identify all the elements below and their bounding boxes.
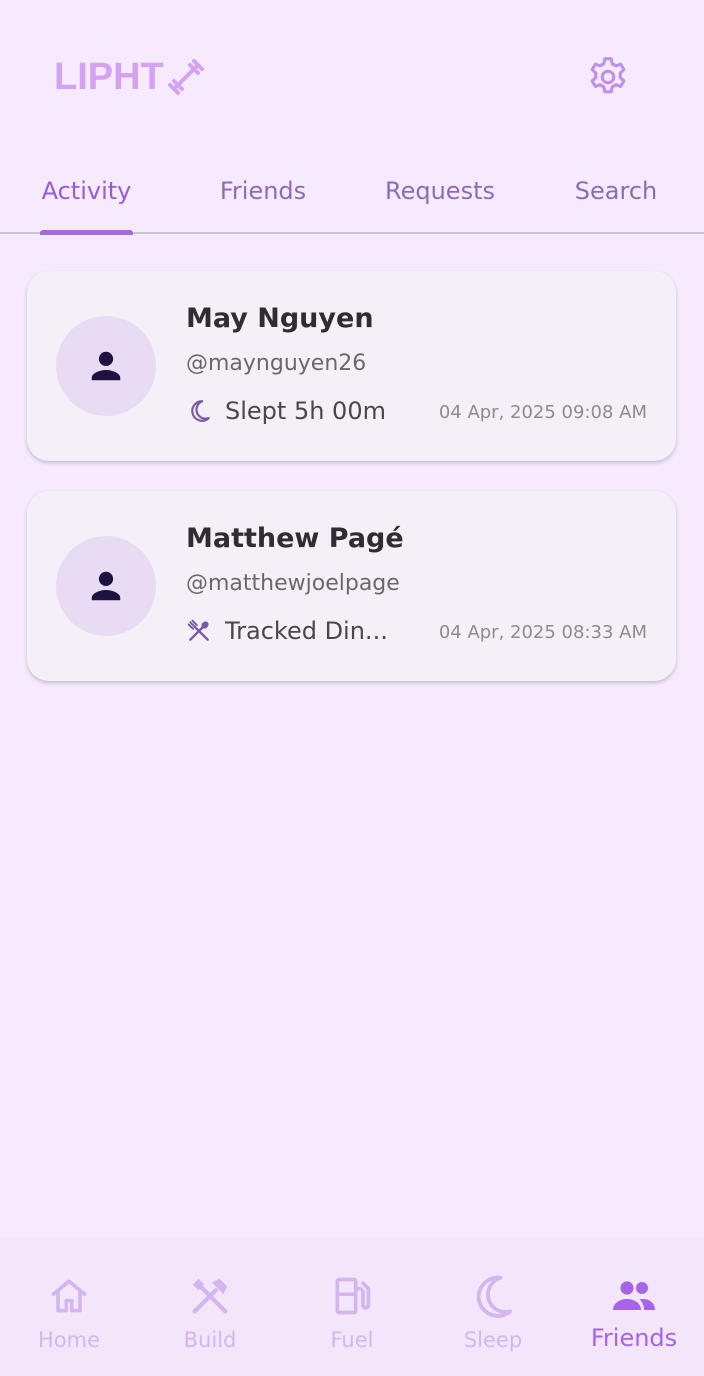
activity-summary: Tracked Din... <box>186 617 388 645</box>
gear-icon <box>590 57 626 94</box>
tab-activity-label: Activity <box>41 177 132 205</box>
person-icon <box>91 571 121 601</box>
settings-button[interactable] <box>584 53 632 101</box>
tab-friends-label: Friends <box>219 177 307 205</box>
friends-tab-bar: Activity Friends Requests Search <box>0 150 704 235</box>
activity-text: Slept 5h 00m <box>225 397 386 425</box>
fuel-pump-icon <box>328 1272 376 1320</box>
activity-card[interactable]: May Nguyen @maynguyen26 Slept 5h 00m 04 … <box>27 271 676 461</box>
fork-spoon-icon <box>186 618 212 644</box>
person-icon <box>91 351 121 381</box>
moon-icon <box>469 1272 517 1320</box>
nav-fuel[interactable]: Fuel <box>292 1272 412 1362</box>
nav-home-label: Home <box>37 1328 100 1352</box>
bottom-navigation: Home Build Fuel Sleep Friends <box>0 1240 704 1376</box>
friend-handle: @maynguyen26 <box>186 351 367 376</box>
activity-summary: Slept 5h 00m <box>186 397 386 425</box>
tab-activity[interactable]: Activity <box>40 150 133 232</box>
nav-sleep[interactable]: Sleep <box>433 1272 553 1362</box>
activity-card[interactable]: Matthew Pagé @matthewjoelpage Tracked Di… <box>27 491 676 681</box>
tab-friends[interactable]: Friends <box>205 150 321 232</box>
nav-build-label: Build <box>183 1328 237 1352</box>
tab-search-label: Search <box>574 177 658 205</box>
avatar <box>56 316 156 416</box>
tab-requests[interactable]: Requests <box>370 150 510 232</box>
friend-name: May Nguyen <box>186 303 374 334</box>
active-tab-indicator <box>40 230 133 235</box>
app-logo: LIPHT <box>54 56 206 99</box>
activity-text: Tracked Din... <box>225 617 388 645</box>
app-screen: LIPHT Activity Friends Requests Search M… <box>0 0 704 1376</box>
nav-friends-label: Friends <box>590 1324 678 1352</box>
moon-icon <box>186 398 212 424</box>
tab-search[interactable]: Search <box>560 150 672 232</box>
avatar <box>56 536 156 636</box>
activity-timestamp: 04 Apr, 2025 09:08 AM <box>438 402 647 423</box>
dumbbell-icon <box>167 58 204 95</box>
nav-sleep-label: Sleep <box>463 1328 523 1352</box>
nav-fuel-label: Fuel <box>330 1328 374 1352</box>
activity-timestamp: 04 Apr, 2025 08:33 AM <box>438 622 647 643</box>
people-icon <box>610 1272 658 1320</box>
friend-handle: @matthewjoelpage <box>186 571 400 596</box>
nav-friends[interactable]: Friends <box>574 1272 694 1362</box>
tools-icon <box>186 1272 234 1320</box>
nav-build[interactable]: Build <box>150 1272 270 1362</box>
home-icon <box>45 1272 93 1320</box>
tab-requests-label: Requests <box>385 177 495 205</box>
logo-text: LIPHT <box>54 56 164 98</box>
friend-name: Matthew Pagé <box>186 523 404 554</box>
app-header: LIPHT <box>0 0 704 150</box>
nav-home[interactable]: Home <box>9 1272 129 1362</box>
